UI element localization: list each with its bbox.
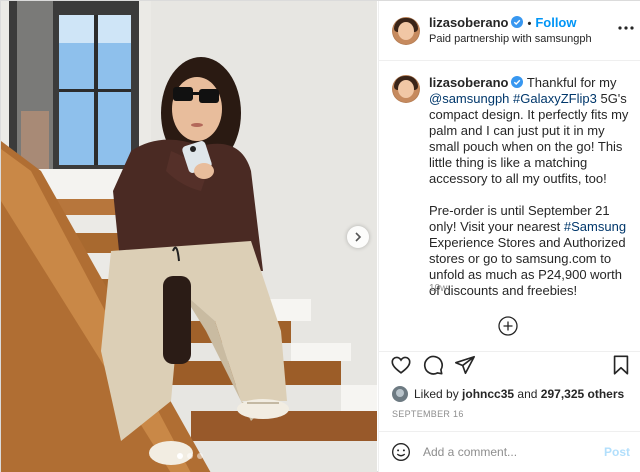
verified-badge-icon: [511, 16, 524, 28]
carousel-dot: [187, 453, 193, 459]
caption-intro: Thankful for my: [526, 75, 617, 90]
author-line: lizasoberano • Follow: [429, 15, 577, 30]
author-avatar[interactable]: [392, 17, 420, 45]
post-photo[interactable]: [1, 1, 377, 472]
next-slide-button[interactable]: [347, 226, 369, 248]
liked-by-prefix: Liked by: [414, 387, 459, 401]
hashtag-link[interactable]: #GalaxyZFlip3: [513, 91, 597, 106]
post-actions: Liked by johncc35 and 297,325 others SEP…: [379, 351, 640, 431]
verified-badge-icon: [511, 76, 524, 88]
post-date[interactable]: SEPTEMBER 16: [392, 409, 464, 419]
comment-bubble-icon: [423, 355, 443, 375]
mention-link[interactable]: @samsungph: [429, 91, 509, 106]
post-caption: lizasoberano Thankful for my @samsungph …: [429, 75, 635, 299]
heart-icon: [391, 356, 411, 374]
carousel-indicator: [177, 453, 203, 459]
caption-stores-text: Experience Stores and Authorized stores …: [429, 235, 626, 298]
hashtag-link[interactable]: #Samsung: [564, 219, 626, 234]
more-options-icon[interactable]: [618, 17, 634, 35]
save-button[interactable]: [610, 354, 632, 376]
paper-plane-icon: [455, 355, 475, 375]
author-username[interactable]: lizasoberano: [429, 15, 508, 30]
caption-username[interactable]: lizasoberano: [429, 75, 508, 90]
liker-avatar[interactable]: [392, 386, 408, 402]
post-header: lizasoberano • Follow Paid partnership wit…: [379, 1, 640, 61]
comment-button[interactable]: [422, 354, 444, 376]
photo-illustration: [1, 1, 377, 472]
instagram-post-dialog: lizasoberano • Follow Paid partnership wit…: [0, 0, 640, 472]
liked-by-user[interactable]: johncc35: [462, 387, 514, 401]
emoji-button[interactable]: [391, 442, 411, 462]
caption-author-avatar[interactable]: [392, 75, 420, 103]
liked-by-and: and: [517, 387, 538, 401]
likes-summary: Liked by johncc35 and 297,325 others: [392, 386, 624, 402]
post-comment-button[interactable]: Post: [604, 445, 630, 459]
carousel-dot: [197, 453, 203, 459]
smiley-icon: [392, 443, 410, 461]
plus-circle-icon: [498, 316, 518, 336]
add-comment-bar: Post: [379, 431, 640, 472]
post-sidebar: lizasoberano • Follow Paid partnership wit…: [378, 1, 640, 472]
follow-button[interactable]: Follow: [535, 15, 576, 30]
chevron-right-icon: [353, 232, 363, 242]
carousel-dot: [177, 453, 183, 459]
paid-partnership-label[interactable]: Paid partnership with samsungph: [429, 33, 592, 45]
likes-count-link[interactable]: 297,325 others: [541, 387, 624, 401]
caption-section: lizasoberano Thankful for my @samsungph …: [379, 61, 640, 351]
share-button[interactable]: [454, 354, 476, 376]
load-more-comments-button[interactable]: [498, 316, 518, 336]
comment-input[interactable]: [423, 441, 593, 463]
like-button[interactable]: [390, 354, 412, 376]
caption-time-ago[interactable]: 10w: [429, 283, 447, 294]
bookmark-icon: [613, 355, 629, 375]
separator-dot: •: [527, 18, 532, 30]
